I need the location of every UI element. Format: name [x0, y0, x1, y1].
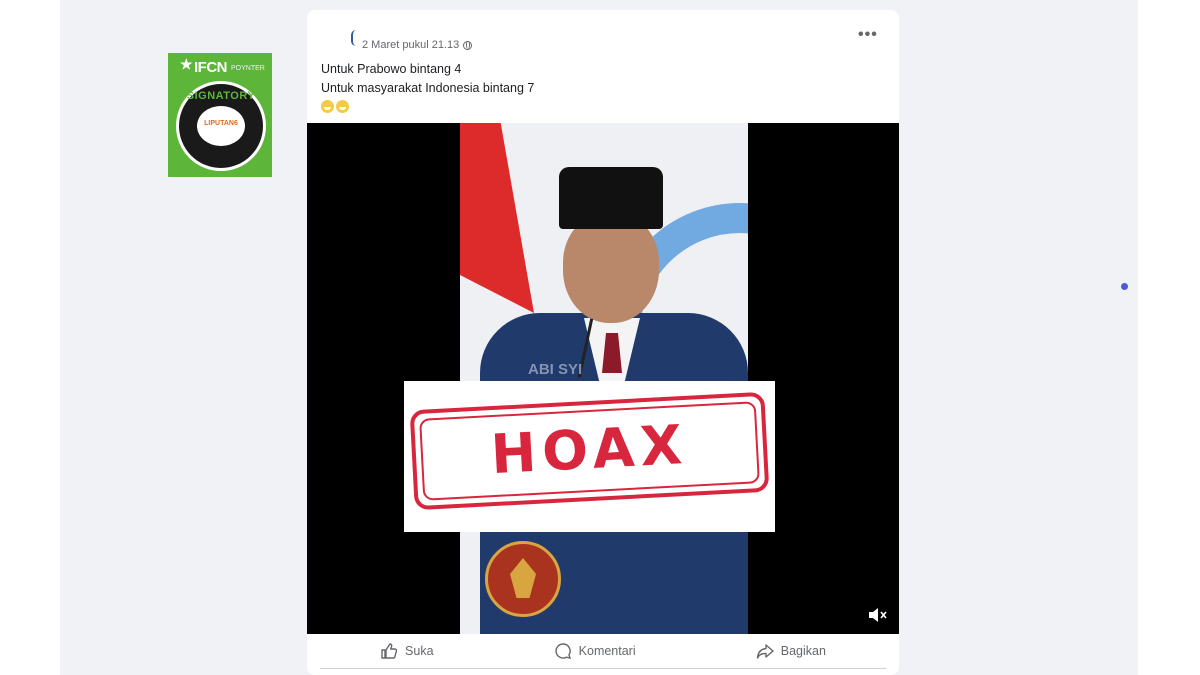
- liputan6-logo-circle: LIPUTAN6: [197, 106, 245, 146]
- video-player[interactable]: ABI SYI HOAX: [307, 123, 899, 634]
- post-timestamp[interactable]: 2 Maret pukul 21.13: [362, 39, 459, 51]
- grinning-emoji-icon: [336, 100, 349, 113]
- share-button[interactable]: Bagikan: [756, 642, 826, 660]
- signatory-ring: SIGNATORY LIPUTAN6: [176, 81, 266, 171]
- star-icon: ★: [180, 56, 193, 72]
- avatar[interactable]: [351, 30, 356, 46]
- video-watermark: ABI SYI: [528, 361, 583, 378]
- speaker-face: [563, 213, 659, 323]
- facebook-post: 2 Maret pukul 21.13 ••• Untuk Prabowo bi…: [307, 10, 899, 675]
- ifcn-signatory-badge: ★ IFCN POYNTER SIGNATORY LIPUTAN6: [168, 53, 272, 177]
- scroll-indicator-dot: [1121, 283, 1128, 290]
- signatory-label: SIGNATORY: [186, 90, 256, 102]
- action-bar-divider: [320, 668, 886, 669]
- like-icon: [381, 643, 398, 659]
- post-caption: Untuk Prabowo bintang 4 Untuk masyarakat…: [321, 60, 534, 117]
- garuda-icon: [510, 558, 536, 598]
- share-icon: [756, 644, 774, 659]
- post-meta: 2 Maret pukul 21.13: [362, 38, 473, 52]
- garuda-emblem: [485, 541, 561, 617]
- video-frame: ABI SYI: [460, 123, 748, 634]
- post-action-bar: Suka Komentari Bagikan: [320, 638, 886, 664]
- share-label: Bagikan: [780, 644, 826, 658]
- hoax-stamp: HOAX: [409, 391, 770, 511]
- comment-icon: [555, 643, 571, 659]
- grinning-emoji-icon: [321, 100, 334, 113]
- comment-button[interactable]: Komentari: [554, 642, 636, 660]
- comment-label: Komentari: [578, 644, 636, 658]
- hoax-stamp-overlay: HOAX: [404, 381, 775, 532]
- caption-line: Untuk masyarakat Indonesia bintang 7: [321, 81, 535, 95]
- page: ★ IFCN POYNTER SIGNATORY LIPUTAN6 2 Mare…: [0, 0, 1200, 675]
- caption-line: Untuk Prabowo bintang 4: [321, 62, 462, 76]
- flag-graphic: [460, 123, 534, 313]
- poynter-label: POYNTER: [231, 65, 265, 72]
- like-label: Suka: [405, 644, 434, 658]
- ifcn-header: ★ IFCN POYNTER: [168, 53, 272, 81]
- globe-icon: [463, 40, 473, 50]
- more-options-button[interactable]: •••: [858, 26, 878, 44]
- ifcn-label: IFCN: [194, 59, 228, 76]
- liputan6-logo: LIPUTAN6: [204, 120, 238, 127]
- emoji-row: [321, 98, 534, 117]
- like-button[interactable]: Suka: [380, 642, 434, 660]
- speaker-cap: [559, 167, 663, 229]
- mute-icon[interactable]: [867, 607, 887, 623]
